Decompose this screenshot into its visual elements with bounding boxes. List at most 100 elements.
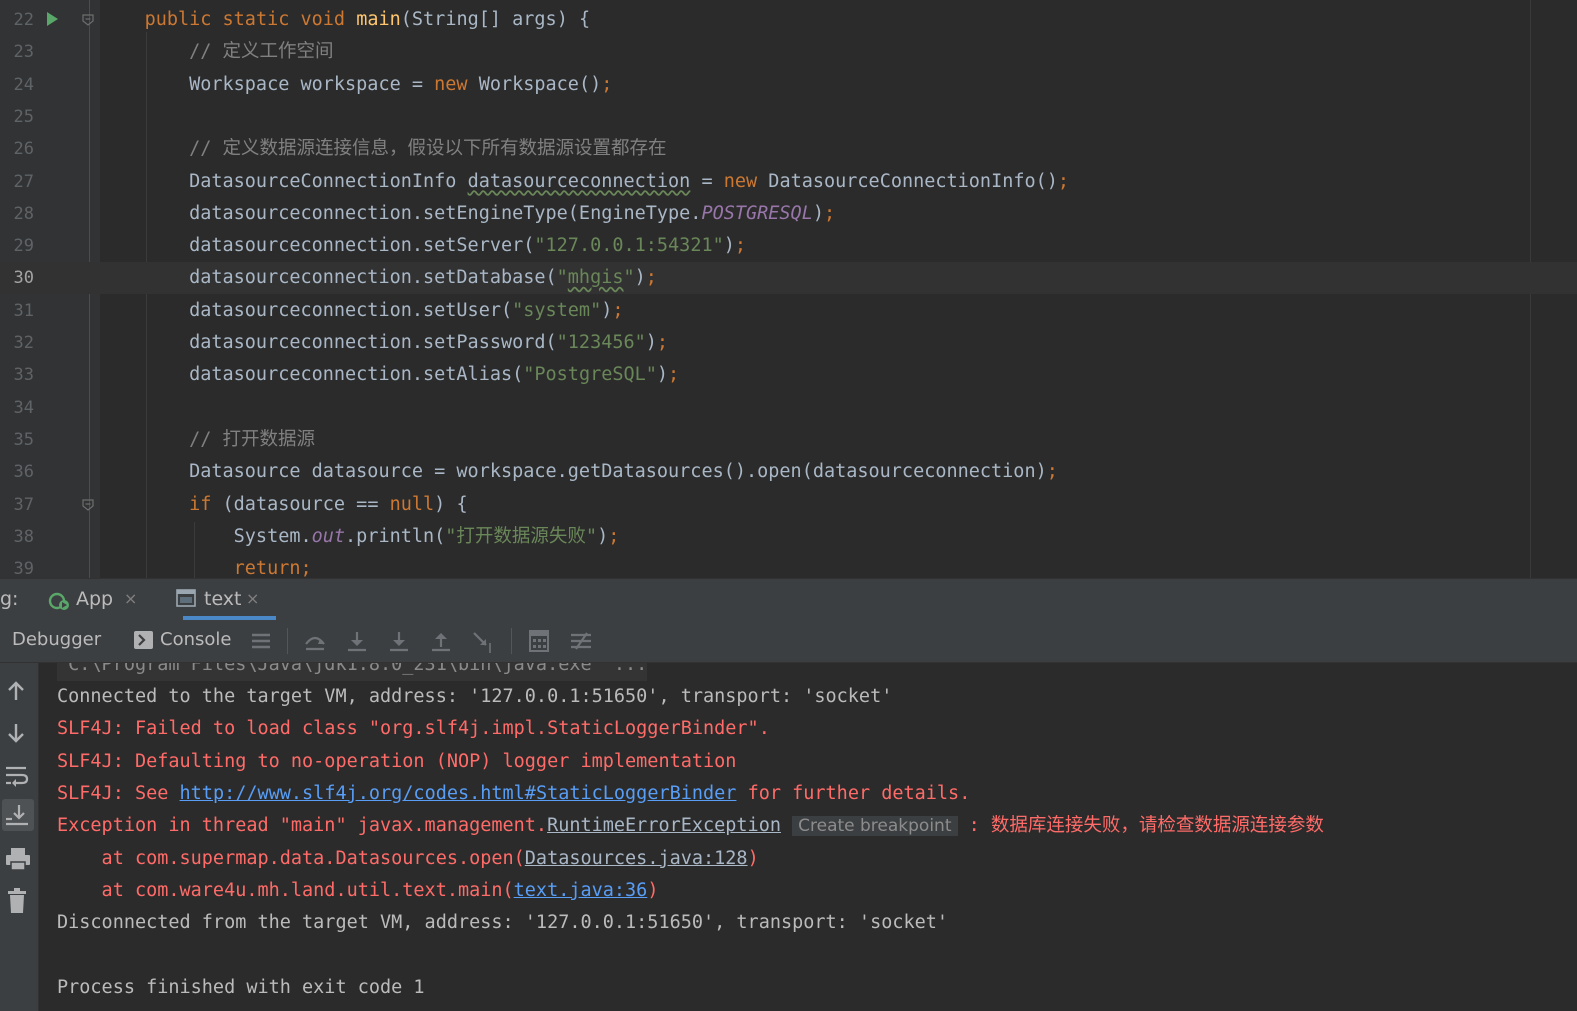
print-icon[interactable] bbox=[2, 843, 34, 875]
create-breakpoint-hint[interactable]: Create breakpoint bbox=[792, 816, 958, 837]
line-number[interactable]: 26 bbox=[0, 133, 34, 165]
code-token: void bbox=[300, 9, 346, 30]
console-link[interactable]: http://www.slf4j.org/codes.html#StaticLo… bbox=[180, 783, 737, 804]
code-text: return; bbox=[100, 553, 312, 578]
console-link[interactable]: Datasources.java:128 bbox=[525, 848, 748, 869]
code-line[interactable]: 25 bbox=[0, 101, 1577, 133]
line-number[interactable]: 38 bbox=[0, 521, 34, 553]
tab-app[interactable]: App × bbox=[44, 579, 146, 619]
code-token: mhgis bbox=[567, 267, 624, 289]
step-out-icon[interactable] bbox=[430, 630, 452, 652]
code-line[interactable]: 29 datasourceconnection.setServer("127.0… bbox=[0, 230, 1577, 262]
code-line[interactable]: 31 datasourceconnection.setUser("system"… bbox=[0, 295, 1577, 327]
code-token: ; bbox=[1046, 461, 1058, 483]
code-editor[interactable]: 22 public static void main(String[] args… bbox=[0, 0, 1577, 578]
code-line[interactable]: 30 datasourceconnection.setDatabase("mhg… bbox=[0, 262, 1577, 295]
fold-marker-icon[interactable] bbox=[82, 499, 94, 511]
menu-icon[interactable] bbox=[251, 631, 271, 651]
run-to-cursor-icon[interactable] bbox=[472, 630, 496, 654]
step-over-icon[interactable] bbox=[304, 630, 326, 652]
line-number[interactable]: 33 bbox=[0, 359, 34, 391]
code-line[interactable]: 35 // 打开数据源 bbox=[0, 424, 1577, 456]
console-text: Process finished with exit code 1 bbox=[57, 976, 425, 998]
code-token: null bbox=[389, 493, 435, 515]
code-token: // 定义工作空间 bbox=[189, 41, 334, 63]
code-text: Workspace workspace = new Workspace(); bbox=[100, 69, 612, 101]
code-line[interactable]: 33 datasourceconnection.setAlias("Postgr… bbox=[0, 359, 1577, 391]
code-line[interactable]: 36 Datasource datasource = workspace.get… bbox=[0, 456, 1577, 488]
line-number[interactable]: 28 bbox=[0, 198, 34, 230]
code-line[interactable]: 22 public static void main(String[] args… bbox=[0, 4, 1577, 36]
line-number[interactable]: 36 bbox=[0, 456, 34, 488]
code-token: datasourceconnection.setAlias( bbox=[100, 364, 524, 386]
trace-stream-icon[interactable] bbox=[570, 631, 592, 651]
down-arrow-icon[interactable] bbox=[2, 717, 34, 749]
tab-console[interactable]: Console bbox=[160, 620, 231, 660]
code-line[interactable]: 24 Workspace workspace = new Workspace()… bbox=[0, 69, 1577, 101]
code-text: public static void main(String[] args) { bbox=[100, 4, 591, 36]
console-text: SLF4J: Failed to load class "org.slf4j.i… bbox=[57, 718, 770, 740]
step-into-icon[interactable] bbox=[346, 630, 368, 652]
line-number[interactable]: 37 bbox=[0, 489, 34, 521]
code-line[interactable]: 38 System.out.println("打开数据源失败"); bbox=[0, 521, 1577, 553]
code-line[interactable]: 32 datasourceconnection.setPassword("123… bbox=[0, 327, 1577, 359]
console-link[interactable]: text.java:36 bbox=[514, 880, 648, 901]
line-number[interactable]: 39 bbox=[0, 553, 34, 578]
code-line[interactable]: 34 bbox=[0, 392, 1577, 424]
code-text: datasourceconnection.setDatabase("mhgis"… bbox=[100, 262, 657, 294]
scroll-to-end-button[interactable] bbox=[2, 799, 34, 831]
line-number[interactable]: 24 bbox=[0, 69, 34, 101]
trash-icon[interactable] bbox=[2, 885, 34, 917]
code-token: ) bbox=[656, 364, 669, 386]
tab-text[interactable]: text × bbox=[172, 579, 276, 619]
code-line[interactable]: 26 // 定义数据源连接信息，假设以下所有数据源设置都存在 bbox=[0, 133, 1577, 165]
code-line[interactable]: 37 if (datasource == null) { bbox=[0, 489, 1577, 521]
run-gutter-icon[interactable] bbox=[47, 12, 58, 26]
code-token: datasourceconnection.setServer( bbox=[100, 235, 535, 257]
code-line[interactable]: 28 datasourceconnection.setEngineType(En… bbox=[0, 198, 1577, 230]
code-token: ) bbox=[645, 332, 657, 353]
line-number[interactable]: 29 bbox=[0, 230, 34, 262]
line-number[interactable]: 30 bbox=[0, 262, 34, 294]
code-line[interactable]: 39 return; bbox=[0, 553, 1577, 578]
console-text: : 数据库连接失败，请检查数据源连接参数 bbox=[957, 815, 1324, 837]
window-icon bbox=[176, 589, 196, 607]
run-config-icon bbox=[48, 592, 69, 610]
console-text: for further details. bbox=[736, 782, 971, 804]
line-number[interactable]: 27 bbox=[0, 166, 34, 198]
line-number[interactable]: 34 bbox=[0, 392, 34, 424]
soft-wrap-icon[interactable] bbox=[2, 759, 34, 791]
force-step-into-icon[interactable] bbox=[388, 630, 410, 652]
line-number[interactable]: 32 bbox=[0, 327, 34, 359]
close-icon[interactable]: × bbox=[246, 579, 259, 619]
evaluate-expression-icon[interactable] bbox=[529, 630, 549, 652]
tab-debugger[interactable]: Debugger bbox=[12, 620, 101, 660]
console-line: at com.ware4u.mh.land.util.text.main(tex… bbox=[57, 875, 659, 907]
console-line: Process finished with exit code 1 bbox=[57, 972, 425, 1004]
console-sidebar bbox=[0, 663, 39, 1011]
line-number[interactable]: 22 bbox=[0, 4, 34, 36]
code-line[interactable]: 27 DatasourceConnectionInfo datasourceco… bbox=[0, 166, 1577, 198]
up-arrow-icon[interactable] bbox=[2, 675, 34, 707]
code-text: datasourceconnection.setServer("127.0.0.… bbox=[100, 230, 746, 262]
code-text: // 定义工作空间 bbox=[100, 36, 334, 68]
code-line[interactable]: 23 // 定义工作空间 bbox=[0, 36, 1577, 68]
close-icon[interactable]: × bbox=[124, 579, 137, 619]
console-text: SLF4J: See bbox=[57, 782, 180, 804]
console-link[interactable]: RuntimeErrorException bbox=[547, 815, 781, 836]
fold-marker-icon[interactable] bbox=[82, 14, 94, 26]
code-text: datasourceconnection.setUser("system"); bbox=[100, 295, 623, 327]
code-token: ) bbox=[812, 202, 824, 224]
code-token: if bbox=[189, 493, 212, 515]
line-number[interactable]: 35 bbox=[0, 424, 34, 456]
line-number[interactable]: 23 bbox=[0, 36, 34, 68]
code-text: datasourceconnection.setPassword("123456… bbox=[100, 327, 668, 359]
line-number[interactable]: 25 bbox=[0, 101, 34, 133]
line-number[interactable]: 31 bbox=[0, 295, 34, 327]
code-token: new bbox=[723, 170, 758, 192]
console-output[interactable]: "C:\Program Files\Java\jdk1.8.0_231\bin\… bbox=[39, 663, 1577, 1011]
